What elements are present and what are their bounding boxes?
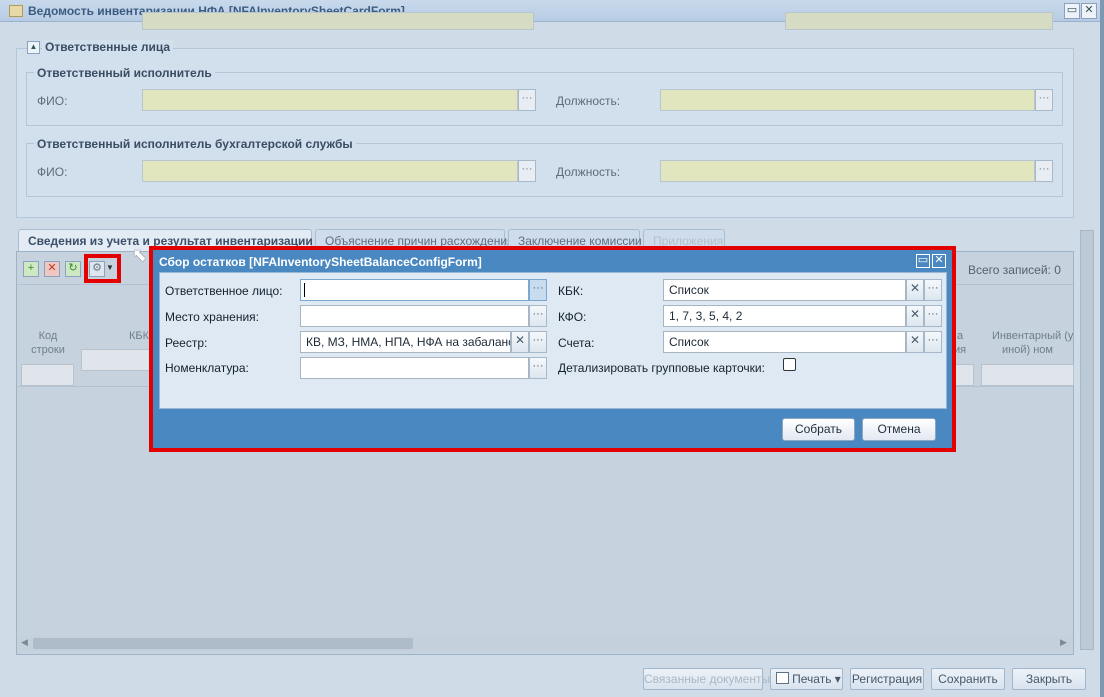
registry-clear-icon[interactable]: ✕ (511, 331, 529, 353)
accountant-legend: Ответственный исполнитель бухгалтерской … (34, 137, 356, 151)
dialog-close-icon[interactable]: ✕ (932, 254, 946, 268)
responsible-label: Ответственное лицо: (165, 284, 283, 298)
col-partial-line1: а (956, 330, 964, 342)
kfo-clear-icon[interactable]: ✕ (906, 305, 924, 327)
dialog-title: Сбор остатков [NFAInventorySheetBalanceC… (159, 255, 482, 269)
storage-picker[interactable]: ··· (529, 305, 547, 327)
gear-icon[interactable]: ⚙ (89, 261, 105, 277)
executor-position-picker[interactable]: ··· (1035, 89, 1053, 111)
kfo-input[interactable]: 1, 7, 3, 5, 4, 2 (663, 305, 906, 327)
executor-fio-label: ФИО: (37, 94, 68, 108)
close-icon[interactable]: ✕ (1081, 3, 1097, 19)
collapse-icon[interactable]: ▲ (27, 41, 40, 54)
collect-button[interactable]: Собрать (782, 418, 855, 441)
col-code-header[interactable]: Код строки (22, 329, 74, 357)
document-icon (9, 5, 23, 17)
accountant-fio-label: ФИО: (37, 165, 68, 179)
save-button[interactable]: Сохранить (931, 668, 1005, 690)
accountant-position-picker[interactable]: ··· (1035, 160, 1053, 182)
scroll-left-icon[interactable]: ◀ (21, 637, 28, 648)
cancel-button[interactable]: Отмена (862, 418, 936, 441)
chevron-down-icon[interactable]: ▼ (106, 263, 114, 272)
registry-picker[interactable]: ··· (529, 331, 547, 353)
mouse-cursor-icon: ⬉ (132, 245, 148, 265)
linked-docs-button[interactable]: Связанные документы (643, 668, 770, 690)
detail-checkbox[interactable] (783, 358, 796, 371)
scroll-right-icon[interactable]: ▶ (1060, 637, 1067, 648)
registry-input[interactable]: КВ, МЗ, НМА, НПА, НФА на забалансовых сч… (300, 331, 511, 353)
kbk-input[interactable]: Список (663, 279, 906, 301)
responsible-input[interactable] (300, 279, 529, 301)
accounts-label: Счета: (558, 336, 595, 350)
accountant-fio-field[interactable] (142, 160, 518, 182)
grid-hscroll-thumb[interactable] (33, 638, 413, 649)
executor-position-label: Должность: (556, 94, 621, 108)
add-icon[interactable]: + (23, 261, 39, 277)
col-inventory-header[interactable]: Инвентарный (у иной) ном (982, 329, 1074, 357)
top-field-right (785, 12, 1053, 30)
executor-legend: Ответственный исполнитель (34, 66, 215, 80)
col-code-line1: Код (38, 330, 58, 342)
close-button[interactable]: Закрыть (1012, 668, 1086, 690)
nomenclature-input[interactable] (300, 357, 529, 379)
refresh-icon[interactable]: ↻ (65, 261, 81, 277)
top-field-left (142, 12, 534, 30)
executor-fio-field[interactable] (142, 89, 518, 111)
kbk-label: КБК: (558, 284, 584, 298)
col-code-line2: строки (31, 344, 65, 356)
kbk-clear-icon[interactable]: ✕ (906, 279, 924, 301)
dialog-maximize-icon[interactable]: ▭ (916, 254, 930, 268)
registry-label: Реестр: (165, 336, 208, 350)
kbk-picker[interactable]: ··· (924, 279, 942, 301)
inventory-filter[interactable] (981, 364, 1074, 386)
executor-fio-picker[interactable]: ··· (518, 89, 536, 111)
responsible-picker[interactable]: ··· (529, 279, 547, 301)
print-label: Печать (792, 672, 832, 686)
printer-icon (776, 672, 789, 684)
storage-input[interactable] (300, 305, 529, 327)
accounts-clear-icon[interactable]: ✕ (906, 331, 924, 353)
col-inv-line2: иной) ном (1002, 344, 1053, 356)
code-filter[interactable] (21, 364, 74, 386)
storage-label: Место хранения: (165, 310, 259, 324)
executor-position-field[interactable] (660, 89, 1035, 111)
registration-button[interactable]: Регистрация (850, 668, 924, 690)
col-inv-line1: Инвентарный (у (992, 330, 1074, 342)
accounts-picker[interactable]: ··· (924, 331, 942, 353)
accountant-fio-picker[interactable]: ··· (518, 160, 536, 182)
detail-label: Детализировать групповые карточки: (558, 361, 765, 375)
nomenclature-picker[interactable]: ··· (529, 357, 547, 379)
form-scrollbar[interactable] (1080, 230, 1094, 650)
accountant-position-field[interactable] (660, 160, 1035, 182)
maximize-icon[interactable]: ▭ (1064, 3, 1080, 19)
total-records: Всего записей: 0 (968, 263, 1061, 277)
accountant-position-label: Должность: (556, 165, 621, 179)
delete-icon[interactable]: ✕ (44, 261, 60, 277)
kfo-label: КФО: (558, 310, 587, 324)
text-caret (304, 283, 305, 297)
accounts-input[interactable]: Список (663, 331, 906, 353)
kbk-filter[interactable] (81, 349, 156, 371)
nomenclature-label: Номенклатура: (165, 361, 249, 375)
kfo-picker[interactable]: ··· (924, 305, 942, 327)
responsible-legend: Ответственные лица (42, 40, 174, 54)
